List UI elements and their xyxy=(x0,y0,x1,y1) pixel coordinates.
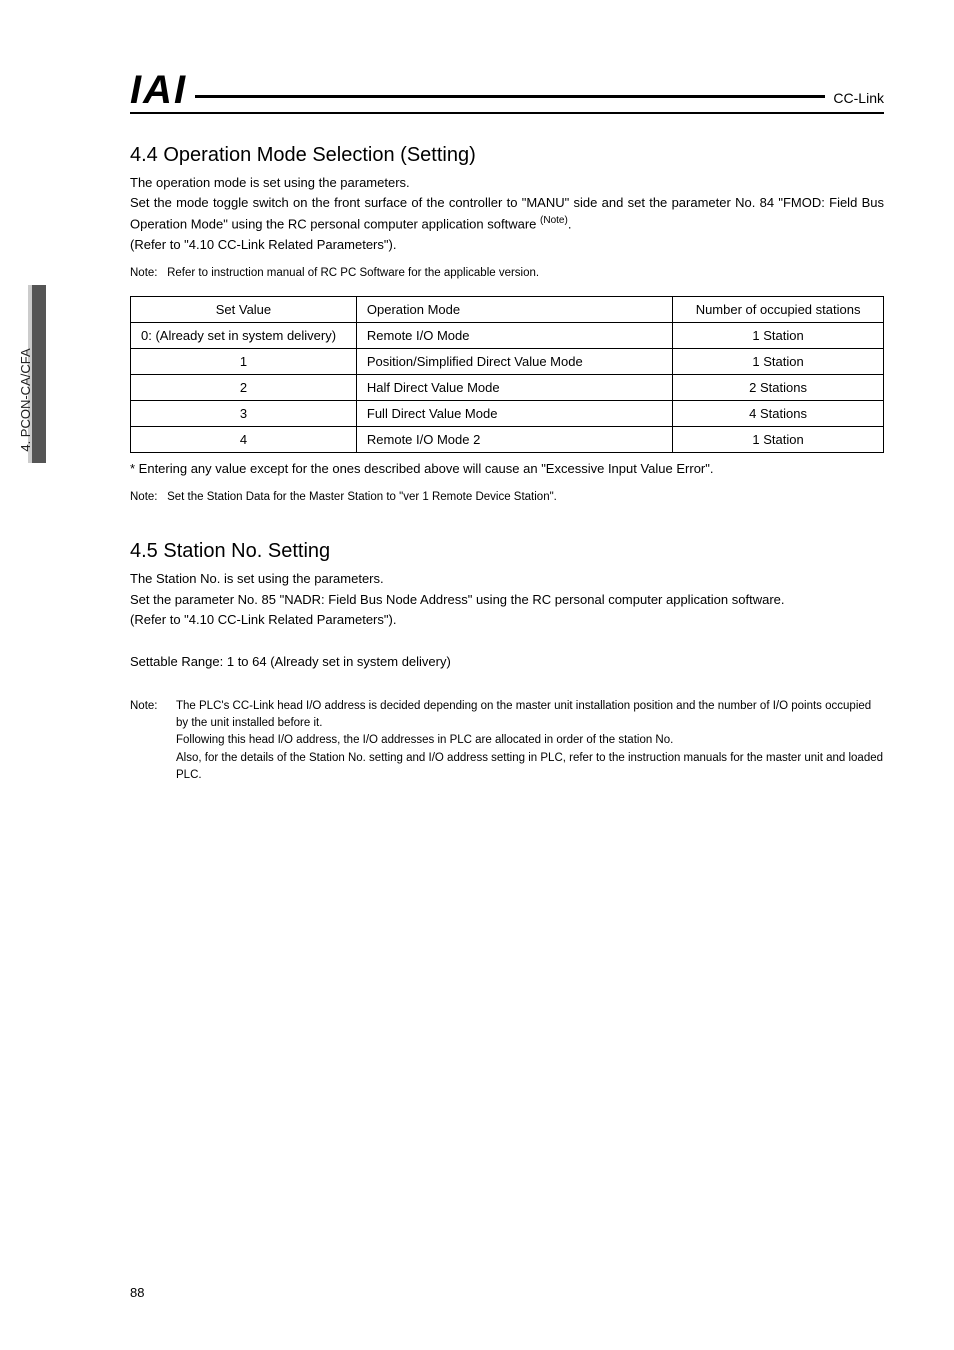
cell-sv-4: 4 xyxy=(131,427,357,453)
cell-num-4: 1 Station xyxy=(673,427,884,453)
page-number: 88 xyxy=(130,1285,144,1300)
th-operation-mode: Operation Mode xyxy=(356,297,672,323)
sec44-p2-sup: (Note) xyxy=(540,215,568,226)
sec45-note: Note: The PLC's CC-Link head I/O address… xyxy=(130,698,884,784)
section-4-4-title: 4.4 Operation Mode Selection (Setting) xyxy=(130,144,884,167)
sec45-p3: (Refer to "4.10 CC-Link Related Paramete… xyxy=(130,610,884,630)
cell-num-0: 1 Station xyxy=(673,323,884,349)
cell-num-1: 1 Station xyxy=(673,349,884,375)
sec44-p2a: Set the mode toggle switch on the front … xyxy=(130,195,884,231)
sec45-note-label: Note: xyxy=(130,698,176,784)
sec44-p1: The operation mode is set using the para… xyxy=(130,173,884,193)
side-tab xyxy=(32,285,46,463)
sec45-p1: The Station No. is set using the paramet… xyxy=(130,569,884,589)
sec45-note-line2: Following this head I/O address, the I/O… xyxy=(176,732,884,749)
page-content: IAI CC-Link 4.4 Operation Mode Selection… xyxy=(130,0,884,784)
sec44-ast-note: * Entering any value except for the ones… xyxy=(130,461,884,476)
header-rule xyxy=(195,95,825,98)
sec44-p2: Set the mode toggle switch on the front … xyxy=(130,193,884,235)
cell-num-2: 2 Stations xyxy=(673,375,884,401)
table-row: 3 Full Direct Value Mode 4 Stations xyxy=(131,401,884,427)
header-right-label: CC-Link xyxy=(833,90,884,110)
page-header: IAI CC-Link xyxy=(130,70,884,114)
table-head-row: Set Value Operation Mode Number of occup… xyxy=(131,297,884,323)
cell-op-1: Position/Simplified Direct Value Mode xyxy=(356,349,672,375)
cell-op-2: Half Direct Value Mode xyxy=(356,375,672,401)
cell-op-4: Remote I/O Mode 2 xyxy=(356,427,672,453)
note2-text: Set the Station Data for the Master Stat… xyxy=(167,491,557,503)
table-row: 0: (Already set in system delivery) Remo… xyxy=(131,323,884,349)
sec44-note2: Note: Set the Station Data for the Maste… xyxy=(130,489,884,506)
sec44-p2b: . xyxy=(568,217,572,232)
logo: IAI xyxy=(130,70,187,110)
note-text: Refer to instruction manual of RC PC Sof… xyxy=(167,267,539,279)
sec45-range: Settable Range: 1 to 64 (Already set in … xyxy=(130,652,884,672)
sec45-p2: Set the parameter No. 85 "NADR: Field Bu… xyxy=(130,590,884,610)
cell-op-3: Full Direct Value Mode xyxy=(356,401,672,427)
th-set-value: Set Value xyxy=(131,297,357,323)
table-row: 2 Half Direct Value Mode 2 Stations xyxy=(131,375,884,401)
cell-op-0: Remote I/O Mode xyxy=(356,323,672,349)
section-4-5-title: 4.5 Station No. Setting xyxy=(130,540,884,563)
sec45-note-line3: Also, for the details of the Station No.… xyxy=(176,750,884,785)
sec45-note-line1: The PLC's CC-Link head I/O address is de… xyxy=(176,698,884,733)
th-num-stations: Number of occupied stations xyxy=(673,297,884,323)
note-label: Note: xyxy=(130,267,158,279)
cell-sv-0: 0: (Already set in system delivery) xyxy=(131,323,357,349)
operation-mode-table: Set Value Operation Mode Number of occup… xyxy=(130,296,884,453)
table-row: 4 Remote I/O Mode 2 1 Station xyxy=(131,427,884,453)
cell-sv-3: 3 xyxy=(131,401,357,427)
sec44-note1: Note: Refer to instruction manual of RC … xyxy=(130,265,884,282)
note2-label: Note: xyxy=(130,491,158,503)
table-row: 1 Position/Simplified Direct Value Mode … xyxy=(131,349,884,375)
sec44-p3: (Refer to "4.10 CC-Link Related Paramete… xyxy=(130,235,884,255)
cell-sv-2: 2 xyxy=(131,375,357,401)
cell-sv-1: 1 xyxy=(131,349,357,375)
side-section-label: 4. PCON-CA/CFA xyxy=(18,320,33,480)
cell-num-3: 4 Stations xyxy=(673,401,884,427)
